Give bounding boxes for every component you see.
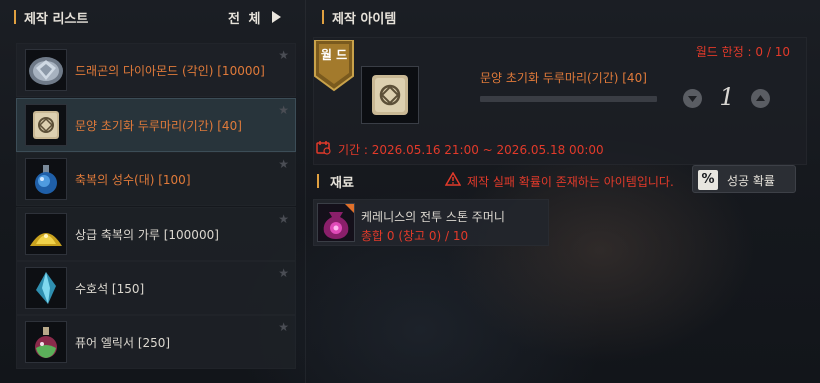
star-icon[interactable]: ★ bbox=[278, 157, 289, 171]
materials-title: 재료 bbox=[330, 176, 354, 191]
craft-list-item-selected[interactable]: 문양 초기화 두루마리(기간) [40] ★ bbox=[16, 98, 296, 152]
item-label: 드래곤의 다이아몬드 (각인) [10000] bbox=[75, 64, 265, 78]
crystal-icon bbox=[25, 267, 67, 309]
period-text: 기간 : 2026.05.16 21:00 ~ 2026.05.18 00:00 bbox=[338, 143, 604, 157]
failure-warning-text: 제작 실패 확률이 존재하는 아이템입니다. bbox=[467, 175, 674, 189]
quantity-increase-button[interactable] bbox=[751, 89, 770, 108]
scroll-icon bbox=[25, 104, 67, 146]
header-accent-bar bbox=[14, 10, 16, 24]
craft-item-title: 제작 아이템 bbox=[332, 12, 397, 27]
item-label: 축복의 성수(대) [100] bbox=[75, 173, 191, 187]
craft-list-item[interactable]: 드래곤의 다이아몬드 (각인) [10000] ★ bbox=[16, 43, 296, 97]
header-accent-bar bbox=[317, 174, 319, 188]
world-badge-label: 월 드 bbox=[320, 48, 348, 62]
material-count: 총합 0 (창고 0) / 10 bbox=[361, 229, 469, 243]
item-label: 수호석 [150] bbox=[75, 282, 145, 296]
quantity-decrease-button[interactable] bbox=[683, 89, 702, 108]
powder-icon bbox=[25, 213, 67, 255]
panel-divider bbox=[305, 0, 306, 383]
craft-item-name: 문양 초기화 두루마리(기간) [40] bbox=[480, 71, 647, 85]
elixir-icon bbox=[25, 321, 67, 363]
item-label: 문양 초기화 두루마리(기간) [40] bbox=[75, 119, 242, 133]
pouch-icon bbox=[317, 203, 355, 242]
craft-list-title: 제작 리스트 bbox=[24, 12, 89, 27]
star-icon[interactable]: ★ bbox=[278, 320, 289, 334]
item-label: 퓨어 엘릭서 [250] bbox=[75, 336, 171, 350]
potion-icon bbox=[25, 158, 67, 200]
filter-dropdown[interactable]: 전 체 bbox=[228, 6, 282, 28]
star-icon[interactable]: ★ bbox=[278, 48, 289, 62]
craft-list-item[interactable]: 축복의 성수(대) [100] ★ bbox=[16, 152, 296, 206]
success-rate-button[interactable]: % 성공 확률 bbox=[692, 165, 796, 193]
material-card[interactable]: 케레니스의 전투 스톤 주머니 총합 0 (창고 0) / 10 bbox=[313, 199, 549, 246]
calendar-icon bbox=[316, 140, 331, 155]
grade-corner-mark bbox=[345, 204, 354, 213]
success-rate-label: 성공 확률 bbox=[727, 174, 775, 188]
material-name: 케레니스의 전투 스톤 주머니 bbox=[361, 210, 505, 224]
craft-progress-bar bbox=[480, 96, 657, 102]
craft-list-item[interactable]: 상급 축복의 가루 [100000] ★ bbox=[16, 207, 296, 261]
filter-label: 전 체 bbox=[228, 11, 263, 27]
craft-item-header: 제작 아이템 bbox=[308, 0, 820, 36]
arrow-right-icon bbox=[272, 11, 282, 23]
header-accent-bar bbox=[322, 10, 324, 24]
craft-list-item[interactable]: 수호석 [150] ★ bbox=[16, 261, 296, 315]
percent-icon: % bbox=[698, 170, 718, 190]
quantity-value[interactable]: 1 bbox=[714, 83, 740, 111]
craft-list-item[interactable]: 퓨어 엘릭서 [250] ★ bbox=[16, 315, 296, 369]
item-label: 상급 축복의 가루 [100000] bbox=[75, 228, 219, 242]
star-icon[interactable]: ★ bbox=[278, 266, 289, 280]
world-limit-text: 월드 한정 : 0 / 10 bbox=[695, 45, 790, 59]
warning-icon bbox=[444, 171, 462, 186]
star-icon[interactable]: ★ bbox=[278, 212, 289, 226]
star-icon[interactable]: ★ bbox=[278, 103, 289, 117]
craft-list-header: 제작 리스트 전 체 bbox=[0, 0, 305, 36]
scroll-icon bbox=[361, 66, 419, 124]
world-badge: 월 드 bbox=[313, 40, 355, 92]
diamond-icon bbox=[25, 49, 67, 91]
